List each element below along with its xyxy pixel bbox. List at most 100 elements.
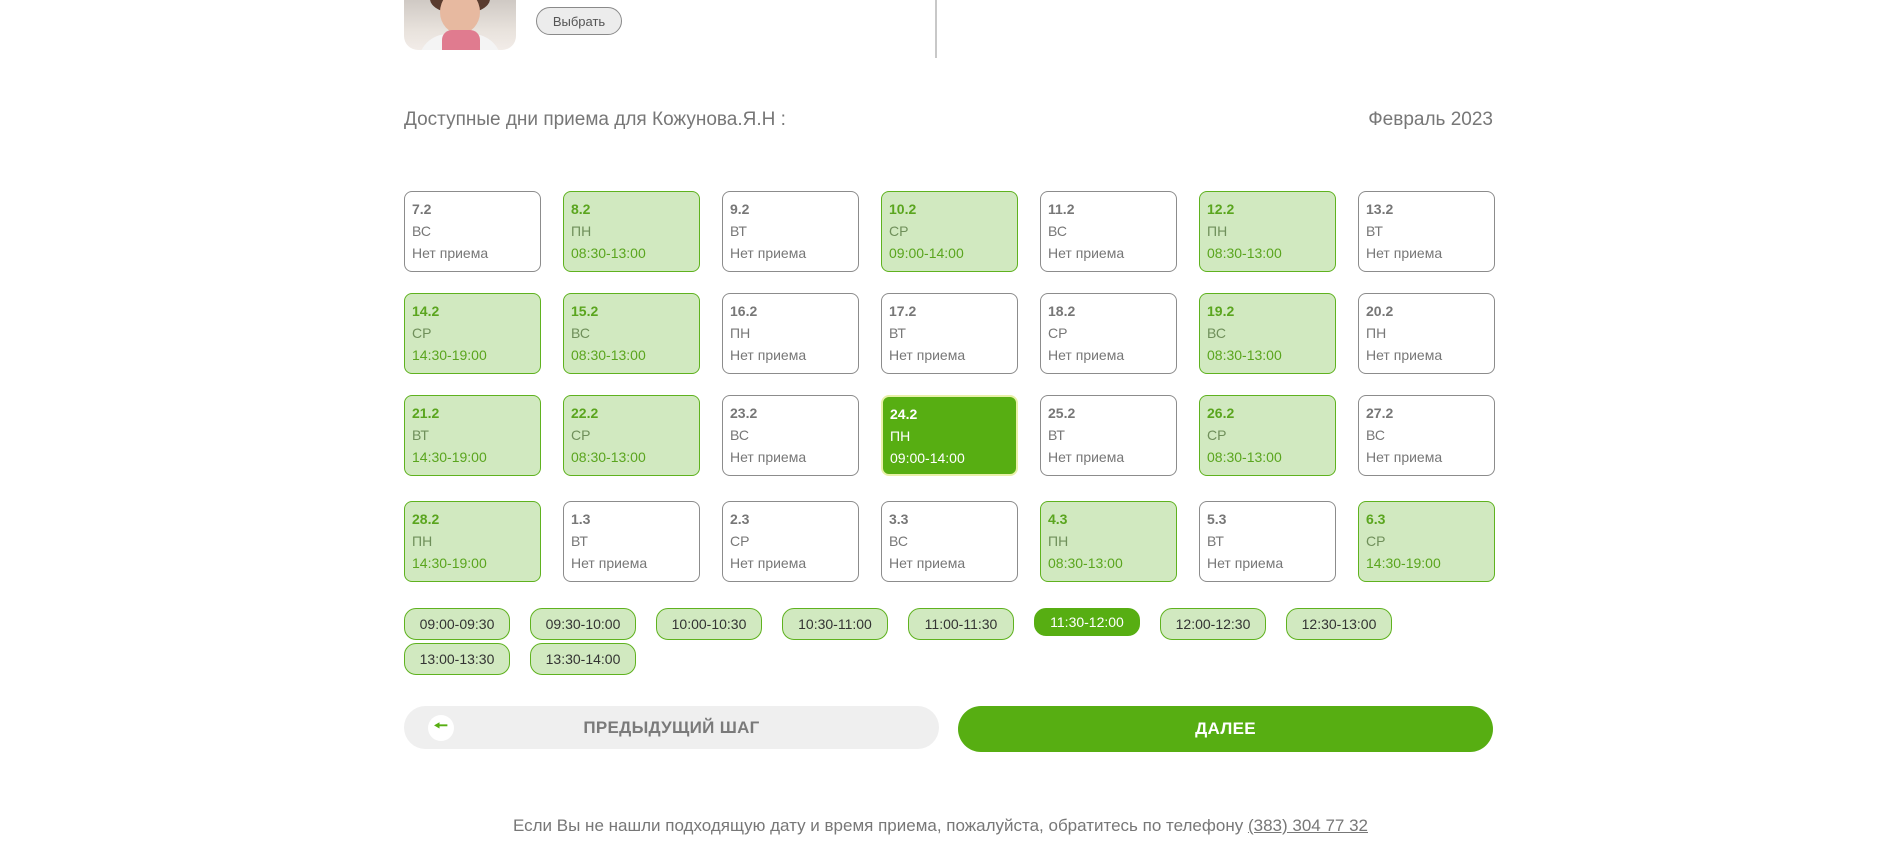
- day-status: Нет приема: [730, 245, 807, 261]
- day-weekday: ВТ: [730, 223, 747, 239]
- day-card[interactable]: 10.2 СР 09:00-14:00: [881, 191, 1018, 272]
- day-date: 5.3: [1207, 511, 1227, 527]
- day-date: 17.2: [889, 303, 917, 319]
- day-status: 08:30-13:00: [1207, 347, 1282, 363]
- day-date: 28.2: [412, 511, 440, 527]
- day-date: 26.2: [1207, 405, 1235, 421]
- day-weekday: СР: [412, 325, 432, 341]
- day-card[interactable]: 16.2 ПН Нет приема: [722, 293, 859, 374]
- day-status: Нет приема: [1048, 449, 1125, 465]
- day-weekday: ВТ: [1207, 533, 1224, 549]
- day-card[interactable]: 7.2 ВС Нет приема: [404, 191, 541, 272]
- day-date: 7.2: [412, 201, 432, 217]
- day-card[interactable]: 20.2 ПН Нет приема: [1358, 293, 1495, 374]
- day-weekday: ВТ: [889, 325, 906, 341]
- day-card[interactable]: 28.2 ПН 14:30-19:00: [404, 501, 541, 582]
- time-slot[interactable]: 11:00-11:30: [908, 608, 1014, 640]
- day-date: 3.3: [889, 511, 909, 527]
- day-status: 09:00-14:00: [889, 245, 964, 261]
- day-weekday: СР: [1366, 533, 1386, 549]
- day-weekday: ВС: [1048, 223, 1067, 239]
- day-card[interactable]: 8.2 ПН 08:30-13:00: [563, 191, 700, 272]
- day-card[interactable]: 22.2 СР 08:30-13:00: [563, 395, 700, 476]
- footer-note: Если Вы не нашли подходящую дату и время…: [0, 816, 1881, 836]
- previous-step-button[interactable]: 🠔 ПРЕДЫДУЩИЙ ШАГ: [404, 706, 939, 749]
- time-slot[interactable]: 13:00-13:30: [404, 643, 510, 675]
- day-weekday: ВТ: [1048, 427, 1065, 443]
- day-card[interactable]: 4.3 ПН 08:30-13:00: [1040, 501, 1177, 582]
- day-card[interactable]: 9.2 ВТ Нет приема: [722, 191, 859, 272]
- day-status: Нет приема: [1366, 347, 1443, 363]
- time-slot[interactable]: 10:00-10:30: [656, 608, 762, 640]
- day-weekday: ВС: [730, 427, 749, 443]
- day-weekday: ВС: [571, 325, 590, 341]
- day-card[interactable]: 12.2 ПН 08:30-13:00: [1199, 191, 1336, 272]
- day-date: 14.2: [412, 303, 440, 319]
- day-date: 27.2: [1366, 405, 1394, 421]
- day-card[interactable]: 23.2 ВС Нет приема: [722, 395, 859, 476]
- day-card[interactable]: 5.3 ВТ Нет приема: [1199, 501, 1336, 582]
- day-weekday: ВС: [1366, 427, 1385, 443]
- day-weekday: ПН: [1207, 223, 1228, 239]
- day-weekday: ПН: [1048, 533, 1069, 549]
- day-card[interactable]: 24.2 ПН 09:00-14:00: [881, 395, 1018, 476]
- day-card[interactable]: 18.2 СР Нет приема: [1040, 293, 1177, 374]
- day-card[interactable]: 27.2 ВС Нет приема: [1358, 395, 1495, 476]
- day-weekday: ВС: [1207, 325, 1226, 341]
- day-weekday: СР: [730, 533, 750, 549]
- day-status: 14:30-19:00: [412, 347, 487, 363]
- day-status: Нет приема: [1366, 449, 1443, 465]
- day-date: 24.2: [890, 406, 918, 422]
- day-status: 08:30-13:00: [571, 449, 646, 465]
- day-weekday: ПН: [1366, 325, 1387, 341]
- day-card[interactable]: 2.3 СР Нет приема: [722, 501, 859, 582]
- time-slot[interactable]: 12:00-12:30: [1160, 608, 1266, 640]
- day-status: Нет приема: [571, 555, 648, 571]
- day-card[interactable]: 6.3 СР 14:30-19:00: [1358, 501, 1495, 582]
- day-card[interactable]: 1.3 ВТ Нет приема: [563, 501, 700, 582]
- day-status: Нет приема: [1207, 555, 1284, 571]
- day-card[interactable]: 3.3 ВС Нет приема: [881, 501, 1018, 582]
- day-card[interactable]: 13.2 ВТ Нет приема: [1358, 191, 1495, 272]
- day-weekday: ПН: [571, 223, 592, 239]
- time-slot[interactable]: 11:30-12:00: [1034, 608, 1140, 636]
- day-card[interactable]: 21.2 ВТ 14:30-19:00: [404, 395, 541, 476]
- next-button[interactable]: ДАЛЕЕ: [958, 706, 1493, 752]
- day-date: 18.2: [1048, 303, 1076, 319]
- day-weekday: ПН: [730, 325, 751, 341]
- doctor-photo: [404, 0, 516, 50]
- day-date: 10.2: [889, 201, 917, 217]
- day-card[interactable]: 26.2 СР 08:30-13:00: [1199, 395, 1336, 476]
- day-date: 21.2: [412, 405, 440, 421]
- day-weekday: ВТ: [412, 427, 429, 443]
- day-card[interactable]: 11.2 ВС Нет приема: [1040, 191, 1177, 272]
- day-status: 14:30-19:00: [412, 449, 487, 465]
- day-date: 11.2: [1048, 201, 1075, 217]
- day-card[interactable]: 25.2 ВТ Нет приема: [1040, 395, 1177, 476]
- time-slot[interactable]: 09:30-10:00: [530, 608, 636, 640]
- day-date: 2.3: [730, 511, 750, 527]
- day-card[interactable]: 14.2 СР 14:30-19:00: [404, 293, 541, 374]
- day-weekday: ПН: [890, 428, 911, 444]
- phone-link[interactable]: (383) 304 77 32: [1248, 816, 1368, 835]
- day-status: Нет приема: [889, 347, 966, 363]
- time-slot[interactable]: 13:30-14:00: [530, 643, 636, 675]
- day-weekday: ВТ: [571, 533, 588, 549]
- time-slot[interactable]: 10:30-11:00: [782, 608, 888, 640]
- day-card[interactable]: 15.2 ВС 08:30-13:00: [563, 293, 700, 374]
- day-status: Нет приема: [730, 555, 807, 571]
- day-weekday: СР: [1207, 427, 1227, 443]
- time-slot[interactable]: 09:00-09:30: [404, 608, 510, 640]
- choose-button[interactable]: Выбрать: [536, 7, 622, 35]
- arrow-left-icon: 🠔: [428, 715, 454, 741]
- day-weekday: СР: [571, 427, 591, 443]
- day-weekday: СР: [1048, 325, 1068, 341]
- day-status: Нет приема: [1048, 347, 1125, 363]
- day-date: 19.2: [1207, 303, 1235, 319]
- day-status: 08:30-13:00: [571, 347, 646, 363]
- time-slot[interactable]: 12:30-13:00: [1286, 608, 1392, 640]
- day-card[interactable]: 19.2 ВС 08:30-13:00: [1199, 293, 1336, 374]
- day-date: 16.2: [730, 303, 758, 319]
- day-card[interactable]: 17.2 ВТ Нет приема: [881, 293, 1018, 374]
- divider: [935, 0, 937, 58]
